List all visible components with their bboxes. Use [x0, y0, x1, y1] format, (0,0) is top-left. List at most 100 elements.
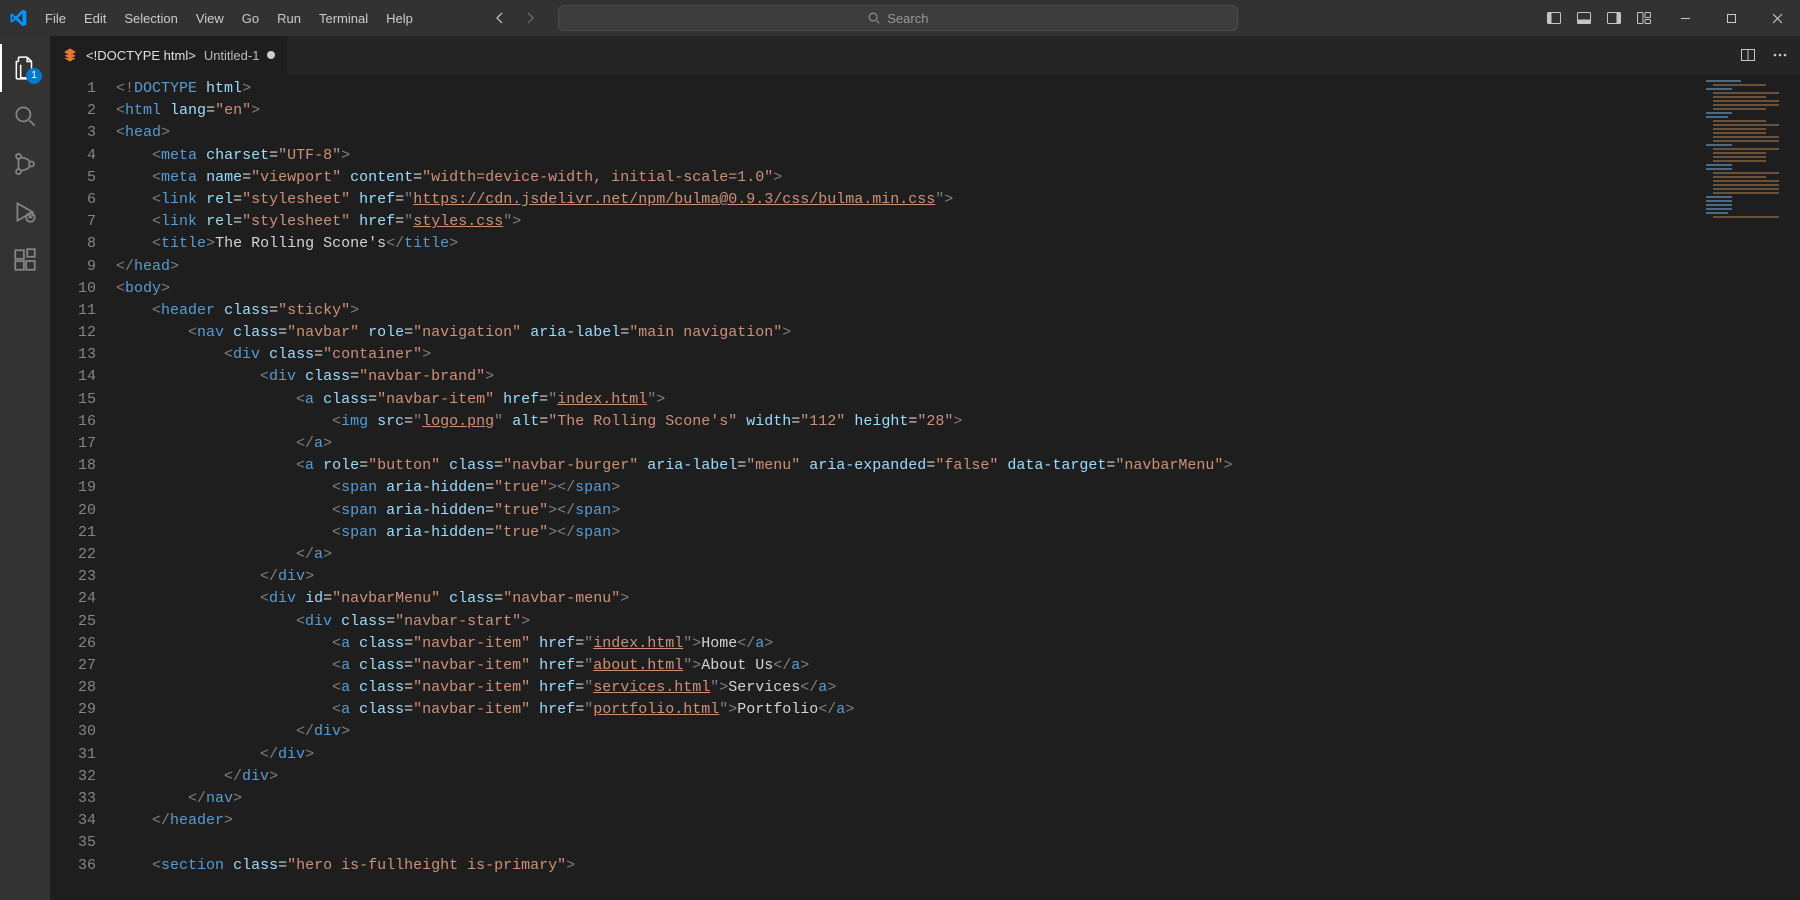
command-center-search[interactable]: Search [558, 5, 1238, 31]
line-number: 10 [50, 278, 96, 300]
split-editor-icon[interactable] [1740, 47, 1756, 63]
menu-terminal[interactable]: Terminal [310, 0, 377, 36]
code-line[interactable]: <nav class="navbar" role="navigation" ar… [116, 322, 1700, 344]
explorer-icon[interactable]: 1 [0, 44, 50, 92]
menu-go[interactable]: Go [233, 0, 268, 36]
code-line[interactable]: <a class="navbar-item" href="portfolio.h… [116, 699, 1700, 721]
search-activity-icon[interactable] [0, 92, 50, 140]
menu-run[interactable]: Run [268, 0, 310, 36]
code-line[interactable]: </div> [116, 721, 1700, 743]
editor-tabs: <> <!DOCTYPE html> Untitled-1 [50, 36, 1800, 74]
code-line[interactable]: <html lang="en"> [116, 100, 1700, 122]
main-menu: FileEditSelectionViewGoRunTerminalHelp [36, 0, 422, 36]
search-icon [867, 11, 881, 25]
code-line[interactable]: </nav> [116, 788, 1700, 810]
code-line[interactable]: <title>The Rolling Scone's</title> [116, 233, 1700, 255]
code-line[interactable]: </a> [116, 544, 1700, 566]
line-number: 20 [50, 500, 96, 522]
code-line[interactable]: <head> [116, 122, 1700, 144]
line-number: 32 [50, 766, 96, 788]
customize-layout-icon[interactable] [1636, 10, 1652, 26]
code-line[interactable]: </header> [116, 810, 1700, 832]
code-line[interactable]: </div> [116, 766, 1700, 788]
line-number: 21 [50, 522, 96, 544]
code-line[interactable]: </head> [116, 256, 1700, 278]
minimize-button[interactable] [1662, 0, 1708, 36]
source-control-icon[interactable] [0, 140, 50, 188]
run-debug-icon[interactable] [0, 188, 50, 236]
line-number: 25 [50, 611, 96, 633]
menu-view[interactable]: View [187, 0, 233, 36]
line-number: 15 [50, 389, 96, 411]
line-number: 14 [50, 366, 96, 388]
code-line[interactable]: <meta name="viewport" content="width=dev… [116, 167, 1700, 189]
editor-body[interactable]: 1234567891011121314151617181920212223242… [50, 74, 1800, 900]
line-number: 11 [50, 300, 96, 322]
svg-text:<>: <> [65, 51, 76, 61]
main-area: 1 <> <!DOCTYPE html> Untitled-1 [0, 36, 1800, 900]
code-line[interactable]: <a class="navbar-item" href="services.ht… [116, 677, 1700, 699]
code-line[interactable]: <meta charset="UTF-8"> [116, 145, 1700, 167]
line-number: 28 [50, 677, 96, 699]
code-line[interactable]: <span aria-hidden="true"></span> [116, 500, 1700, 522]
editor-tab[interactable]: <> <!DOCTYPE html> Untitled-1 [50, 36, 288, 74]
more-actions-icon[interactable] [1772, 47, 1788, 63]
code-content[interactable]: <!DOCTYPE html><html lang="en"><head> <m… [116, 74, 1700, 900]
code-line[interactable]: <span aria-hidden="true"></span> [116, 522, 1700, 544]
code-line[interactable]: <a class="navbar-item" href="about.html"… [116, 655, 1700, 677]
nav-arrows [492, 10, 538, 26]
code-line[interactable]: <span aria-hidden="true"></span> [116, 477, 1700, 499]
extensions-icon[interactable] [0, 236, 50, 284]
html-file-icon: <> [62, 47, 78, 63]
maximize-button[interactable] [1708, 0, 1754, 36]
code-line[interactable]: </div> [116, 566, 1700, 588]
line-number: 30 [50, 721, 96, 743]
menu-selection[interactable]: Selection [115, 0, 186, 36]
line-number: 18 [50, 455, 96, 477]
line-number: 7 [50, 211, 96, 233]
code-line[interactable]: <section class="hero is-fullheight is-pr… [116, 855, 1700, 877]
code-line[interactable]: <link rel="stylesheet" href="styles.css"… [116, 211, 1700, 233]
code-line[interactable]: <a role="button" class="navbar-burger" a… [116, 455, 1700, 477]
menu-edit[interactable]: Edit [75, 0, 115, 36]
explorer-badge: 1 [26, 68, 42, 84]
line-number: 9 [50, 256, 96, 278]
code-line[interactable]: <body> [116, 278, 1700, 300]
toggle-secondary-sidebar-icon[interactable] [1606, 10, 1622, 26]
code-line[interactable]: <div class="navbar-brand"> [116, 366, 1700, 388]
line-number: 6 [50, 189, 96, 211]
line-number: 5 [50, 167, 96, 189]
line-number: 12 [50, 322, 96, 344]
minimap[interactable] [1700, 74, 1800, 900]
titlebar: FileEditSelectionViewGoRunTerminalHelp S… [0, 0, 1800, 36]
code-line[interactable]: <link rel="stylesheet" href="https://cdn… [116, 189, 1700, 211]
code-line[interactable]: <img src="logo.png" alt="The Rolling Sco… [116, 411, 1700, 433]
toggle-primary-sidebar-icon[interactable] [1546, 10, 1562, 26]
line-number: 35 [50, 832, 96, 854]
line-number: 4 [50, 145, 96, 167]
tab-filename: Untitled-1 [204, 48, 260, 63]
line-number: 29 [50, 699, 96, 721]
code-line[interactable]: <div id="navbarMenu" class="navbar-menu"… [116, 588, 1700, 610]
code-line[interactable]: <div class="navbar-start"> [116, 611, 1700, 633]
close-button[interactable] [1754, 0, 1800, 36]
toggle-panel-icon[interactable] [1576, 10, 1592, 26]
code-line[interactable]: <a class="navbar-item" href="index.html"… [116, 389, 1700, 411]
line-number: 23 [50, 566, 96, 588]
search-placeholder: Search [887, 11, 928, 26]
code-line[interactable]: <div class="container"> [116, 344, 1700, 366]
code-line[interactable]: <!DOCTYPE html> [116, 78, 1700, 100]
code-line[interactable]: </div> [116, 744, 1700, 766]
tab-context: <!DOCTYPE html> [86, 48, 196, 63]
menu-help[interactable]: Help [377, 0, 422, 36]
nav-forward-icon[interactable] [522, 10, 538, 26]
nav-back-icon[interactable] [492, 10, 508, 26]
line-number-gutter: 1234567891011121314151617181920212223242… [50, 74, 116, 900]
code-line[interactable] [116, 832, 1700, 854]
code-line[interactable]: <header class="sticky"> [116, 300, 1700, 322]
activity-bar: 1 [0, 36, 50, 900]
menu-file[interactable]: File [36, 0, 75, 36]
line-number: 24 [50, 588, 96, 610]
code-line[interactable]: <a class="navbar-item" href="index.html"… [116, 633, 1700, 655]
code-line[interactable]: </a> [116, 433, 1700, 455]
